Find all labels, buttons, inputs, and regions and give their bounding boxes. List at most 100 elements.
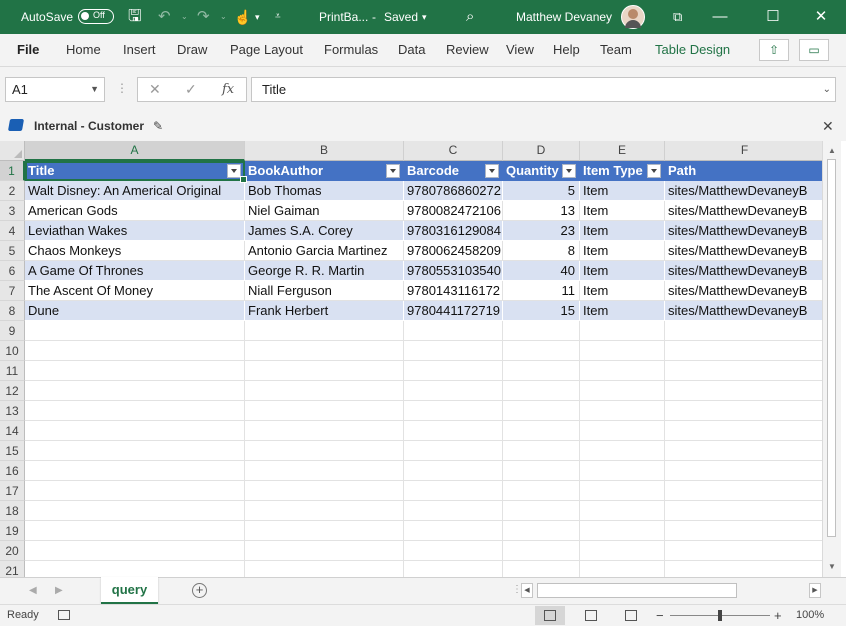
empty-cell[interactable]	[580, 321, 665, 341]
autosave-toggle[interactable]: Off	[78, 9, 114, 24]
undo-icon[interactable]: ↶	[158, 0, 171, 34]
row-header[interactable]: 21	[0, 561, 25, 577]
empty-cell[interactable]	[404, 321, 503, 341]
scroll-right-icon[interactable]: ▶	[809, 583, 821, 598]
scroll-down-icon[interactable]: ▼	[823, 559, 841, 575]
normal-view-button[interactable]	[535, 606, 565, 625]
column-header[interactable]: C	[404, 141, 503, 161]
save-status[interactable]: Saved	[384, 0, 418, 34]
empty-cell[interactable]	[580, 441, 665, 461]
empty-cell[interactable]	[580, 361, 665, 381]
table-header-cell[interactable]: Barcode	[404, 161, 503, 181]
table-cell[interactable]: Item	[580, 241, 665, 261]
empty-cell[interactable]	[580, 381, 665, 401]
empty-cell[interactable]	[25, 321, 245, 341]
table-cell[interactable]: Item	[580, 281, 665, 301]
save-status-dropdown-icon[interactable]: ▾	[422, 0, 427, 34]
filter-dropdown-icon[interactable]	[562, 164, 576, 178]
filter-dropdown-icon[interactable]	[227, 164, 241, 178]
table-cell[interactable]: George R. R. Martin	[245, 261, 404, 281]
edit-pencil-icon[interactable]: ✎	[153, 114, 163, 138]
empty-cell[interactable]	[245, 401, 404, 421]
empty-cell[interactable]	[580, 481, 665, 501]
empty-cell[interactable]	[503, 501, 580, 521]
row-header[interactable]: 20	[0, 541, 25, 561]
row-header[interactable]: 19	[0, 521, 25, 541]
empty-cell[interactable]	[245, 461, 404, 481]
minimize-icon[interactable]: —	[702, 0, 738, 34]
empty-cell[interactable]	[503, 421, 580, 441]
empty-cell[interactable]	[665, 341, 825, 361]
empty-cell[interactable]	[503, 381, 580, 401]
scroll-up-icon[interactable]: ▲	[823, 143, 841, 159]
table-cell[interactable]: Frank Herbert	[245, 301, 404, 321]
table-cell[interactable]: 9780062458209	[404, 241, 503, 261]
file-name[interactable]: PrintBa...	[319, 0, 368, 34]
empty-cell[interactable]	[665, 381, 825, 401]
tab-help[interactable]: Help	[553, 34, 580, 66]
empty-cell[interactable]	[245, 441, 404, 461]
customize-toolbar-icon[interactable]: ⩡	[275, 0, 281, 34]
empty-cell[interactable]	[665, 421, 825, 441]
tab-home[interactable]: Home	[66, 34, 101, 66]
row-header[interactable]: 7	[0, 281, 25, 301]
table-cell[interactable]: Dune	[25, 301, 245, 321]
tab-team[interactable]: Team	[600, 34, 632, 66]
empty-cell[interactable]	[580, 541, 665, 561]
zoom-out-icon[interactable]: −	[656, 605, 664, 626]
table-cell[interactable]: 9780786860272	[404, 181, 503, 201]
touch-dropdown-icon[interactable]: ▾	[255, 0, 260, 34]
row-header[interactable]: 8	[0, 301, 25, 321]
table-cell[interactable]: A Game Of Thrones	[25, 261, 245, 281]
tab-file[interactable]: File	[17, 34, 39, 66]
empty-cell[interactable]	[245, 561, 404, 577]
row-header[interactable]: 15	[0, 441, 25, 461]
table-cell[interactable]: Niel Gaiman	[245, 201, 404, 221]
empty-cell[interactable]	[25, 561, 245, 577]
table-cell[interactable]: sites/MatthewDevaneyB	[665, 201, 825, 221]
zoom-slider-knob[interactable]	[718, 610, 722, 621]
table-cell[interactable]: 8	[503, 241, 580, 261]
row-header[interactable]: 11	[0, 361, 25, 381]
table-cell[interactable]: 23	[503, 221, 580, 241]
table-cell[interactable]: sites/MatthewDevaneyB	[665, 181, 825, 201]
empty-cell[interactable]	[503, 441, 580, 461]
table-cell[interactable]: James S.A. Corey	[245, 221, 404, 241]
empty-cell[interactable]	[665, 541, 825, 561]
tab-page-layout[interactable]: Page Layout	[230, 34, 303, 66]
table-cell[interactable]: Antonio Garcia Martinez	[245, 241, 404, 261]
empty-cell[interactable]	[404, 341, 503, 361]
empty-cell[interactable]	[25, 401, 245, 421]
redo-dropdown-icon[interactable]: ⌄	[220, 0, 227, 34]
user-name[interactable]: Matthew Devaney	[516, 0, 612, 34]
scroll-left-icon[interactable]: ◀	[521, 583, 533, 598]
empty-cell[interactable]	[665, 461, 825, 481]
table-cell[interactable]: 40	[503, 261, 580, 281]
table-cell[interactable]: Leviathan Wakes	[25, 221, 245, 241]
empty-cell[interactable]	[25, 341, 245, 361]
empty-cell[interactable]	[404, 461, 503, 481]
empty-cell[interactable]	[665, 481, 825, 501]
empty-cell[interactable]	[245, 481, 404, 501]
table-cell[interactable]: American Gods	[25, 201, 245, 221]
zoom-in-icon[interactable]: +	[774, 605, 782, 626]
empty-cell[interactable]	[245, 501, 404, 521]
row-header[interactable]: 1	[0, 161, 25, 181]
empty-cell[interactable]	[503, 321, 580, 341]
share-button[interactable]: ⇧	[759, 39, 789, 61]
column-header[interactable]: B	[245, 141, 404, 161]
empty-cell[interactable]	[404, 361, 503, 381]
formula-input[interactable]: Title ⌄	[251, 77, 836, 102]
empty-cell[interactable]	[404, 421, 503, 441]
table-header-cell[interactable]: Path	[665, 161, 825, 181]
empty-cell[interactable]	[580, 561, 665, 577]
empty-cell[interactable]	[503, 341, 580, 361]
empty-cell[interactable]	[404, 541, 503, 561]
empty-cell[interactable]	[25, 501, 245, 521]
ribbon-display-icon[interactable]: ⧉	[673, 0, 682, 34]
table-cell[interactable]: Item	[580, 221, 665, 241]
prev-sheet-icon[interactable]: ◀	[29, 578, 37, 604]
table-header-cell[interactable]: Item Type	[580, 161, 665, 181]
table-header-cell[interactable]: Title	[25, 161, 245, 181]
empty-cell[interactable]	[665, 361, 825, 381]
